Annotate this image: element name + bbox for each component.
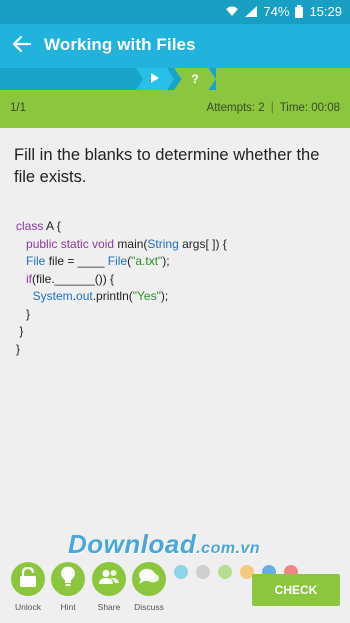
people-icon: [98, 569, 120, 590]
code-text: .println(: [92, 289, 133, 303]
battery-percent: 74%: [263, 4, 290, 19]
code-line: File file = ____ File("a.txt");: [16, 253, 227, 271]
code-text: main(: [114, 236, 148, 251]
attempts-text: Attempts: 2: [206, 102, 265, 114]
battery-icon: [295, 5, 304, 18]
unlock-button[interactable]: Unlock: [8, 562, 48, 612]
code-type: System: [32, 289, 73, 303]
code-line: }: [16, 306, 227, 324]
code-string: "Yes": [132, 289, 161, 303]
discuss-label: Discuss: [134, 602, 164, 612]
unlock-label: Unlock: [15, 602, 41, 612]
discuss-circle: [132, 562, 166, 596]
signal-icon: [245, 6, 258, 17]
code-keyword: public static void: [26, 236, 115, 251]
code-text: }: [19, 324, 24, 338]
lock-icon: [19, 566, 37, 592]
wifi-icon: [225, 6, 239, 17]
code-text: args[ ]) {: [178, 236, 227, 251]
code-line: class A {: [16, 218, 227, 236]
app-bar: Working with Files: [0, 24, 350, 68]
share-button[interactable]: Share: [89, 562, 129, 612]
code-type: String: [147, 236, 179, 251]
step-question[interactable]: ?: [174, 68, 216, 90]
code-string: "a.txt": [131, 254, 163, 268]
page-title: Working with Files: [44, 35, 196, 54]
code-line: System.out.println("Yes");: [16, 288, 227, 306]
code-text: A {: [43, 219, 61, 233]
quiz-info-bar: 1/1 Attempts: 2 | Time: 00:08: [0, 90, 350, 128]
watermark-main: Download: [68, 529, 197, 559]
share-circle: [92, 562, 126, 596]
arrow-left-icon: [12, 35, 32, 57]
code-line: public static void main(String args[ ]) …: [16, 236, 227, 254]
status-bar: 74% 15:29: [0, 0, 350, 24]
discuss-button[interactable]: Discuss: [129, 562, 169, 612]
hint-circle: [51, 562, 85, 596]
lesson-progress: ?: [0, 68, 350, 90]
question-text: Fill in the blanks to determine whether …: [14, 146, 320, 186]
code-text: }: [26, 306, 31, 321]
unlock-circle: [11, 562, 45, 596]
code-blank[interactable]: file = ____: [45, 254, 107, 268]
share-label: Share: [97, 602, 121, 612]
code-block: class A { public static void main(String…: [16, 218, 227, 358]
hint-button[interactable]: Hint: [48, 562, 88, 612]
code-type: out: [76, 289, 93, 303]
play-icon: [151, 70, 159, 88]
step-question-label: ?: [191, 72, 199, 86]
code-line: if(file.______()) {: [16, 271, 227, 289]
code-type: File: [26, 254, 46, 268]
code-keyword: class: [16, 219, 44, 233]
step-lesson[interactable]: [136, 68, 174, 90]
clock: 15:29: [309, 4, 342, 19]
code-line: }: [16, 341, 227, 359]
code-text: }: [16, 341, 21, 356]
progress-fill: [216, 68, 350, 90]
question-counter: 1/1: [10, 102, 26, 114]
divider: |: [270, 102, 274, 114]
timer-text: Time: 00:08: [279, 102, 340, 114]
check-button[interactable]: CHECK: [252, 574, 340, 606]
code-text: );: [160, 289, 169, 303]
bulb-icon: [60, 566, 76, 593]
code-blank[interactable]: (file.______()) {: [32, 272, 114, 286]
code-line: }: [16, 323, 227, 341]
code-text: );: [162, 254, 170, 268]
hint-label: Hint: [60, 602, 76, 612]
code-type: File: [107, 254, 128, 268]
back-button[interactable]: [8, 32, 36, 60]
chat-icon: [138, 568, 160, 591]
watermark: Download.com.vn: [68, 529, 260, 560]
watermark-suffix: .com.vn: [196, 540, 261, 557]
